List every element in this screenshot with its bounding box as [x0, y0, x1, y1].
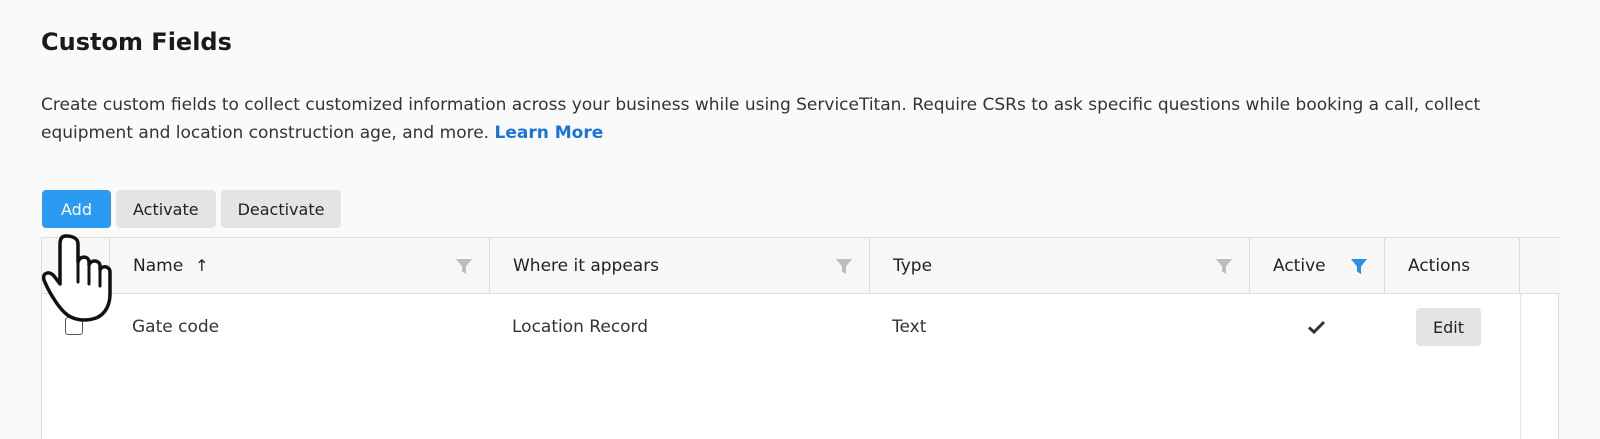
- custom-fields-page: Custom Fields Create custom fields to co…: [0, 0, 1600, 439]
- column-label-where-it-appears: Where it appears: [513, 255, 660, 276]
- cell-active: [1304, 294, 1328, 360]
- cell-type: Text: [892, 317, 927, 337]
- column-label-type: Type: [893, 255, 933, 276]
- column-header-active[interactable]: Active: [1250, 238, 1385, 293]
- checkmark-icon: [1307, 320, 1325, 334]
- cell-actions: Edit: [1416, 294, 1481, 360]
- funnel-icon[interactable]: [835, 258, 853, 276]
- column-label-active: Active: [1273, 255, 1326, 276]
- add-button[interactable]: Add: [42, 190, 111, 228]
- column-header-where-it-appears[interactable]: Where it appears: [490, 238, 870, 293]
- table-row[interactable]: Gate code Location Record Text Edit: [42, 294, 1560, 360]
- deactivate-button[interactable]: Deactivate: [220, 190, 342, 228]
- activate-button[interactable]: Activate: [115, 190, 216, 228]
- funnel-icon[interactable]: [1215, 258, 1233, 276]
- arrow-up-icon: ↑: [195, 256, 209, 275]
- cell-where-it-appears: Location Record: [512, 317, 649, 337]
- column-label-actions: Actions: [1408, 255, 1471, 276]
- toolbar: Add Activate Deactivate: [42, 190, 342, 228]
- cell-name: Gate code: [132, 317, 220, 337]
- description-text: Create custom fields to collect customiz…: [41, 95, 1481, 143]
- funnel-icon[interactable]: [1350, 258, 1368, 276]
- column-header-type[interactable]: Type: [870, 238, 1250, 293]
- page-title: Custom Fields: [41, 28, 232, 56]
- column-header-actions: Actions: [1385, 238, 1520, 293]
- column-header-name[interactable]: Name ↑: [110, 238, 490, 293]
- hand-pointer-icon: [41, 234, 112, 322]
- table-header: Name ↑ Where it appears Type Active Acti…: [42, 238, 1560, 294]
- funnel-icon[interactable]: [455, 258, 473, 276]
- column-label-name: Name: [133, 255, 184, 276]
- column-divider: [1520, 294, 1521, 439]
- edit-button[interactable]: Edit: [1416, 308, 1481, 346]
- page-description: Create custom fields to collect customiz…: [41, 91, 1491, 147]
- custom-fields-table: Name ↑ Where it appears Type Active Acti…: [41, 237, 1560, 439]
- learn-more-link[interactable]: Learn More: [494, 123, 603, 143]
